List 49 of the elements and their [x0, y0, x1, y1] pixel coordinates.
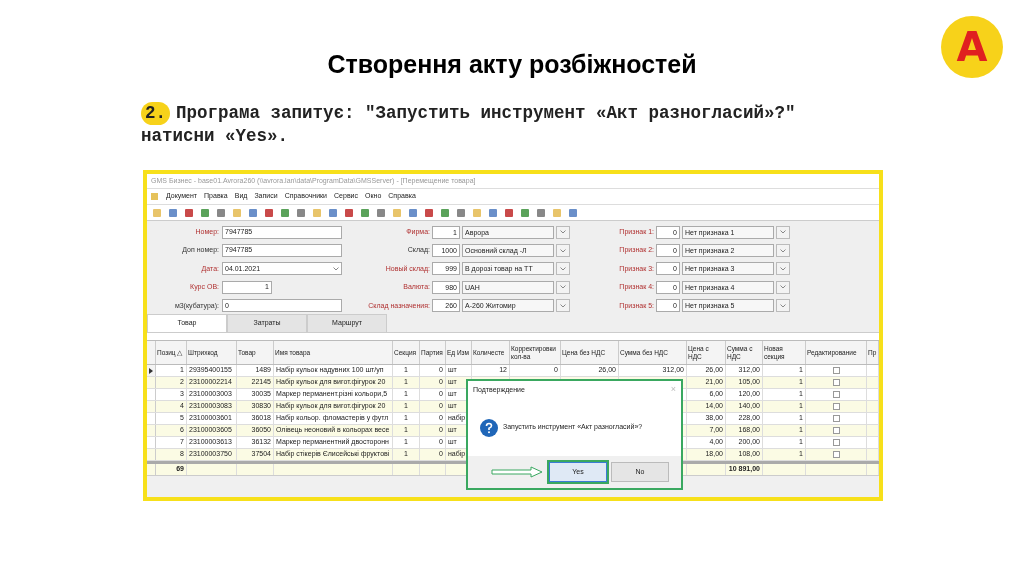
checkbox[interactable] [832, 403, 840, 410]
checkbox[interactable] [832, 391, 840, 398]
row-pointer-icon [149, 367, 153, 374]
badge: A [941, 16, 1003, 78]
step-number: 2. [141, 101, 170, 125]
caret-icon [560, 285, 566, 290]
caret-icon [560, 267, 566, 271]
checkbox[interactable] [832, 379, 840, 386]
toolbar-icon[interactable] [376, 207, 386, 218]
caret-icon [780, 248, 786, 253]
checkbox[interactable] [832, 451, 840, 458]
row-indicator[interactable] [147, 365, 156, 376]
caret-icon [780, 303, 786, 308]
toolbar-icon[interactable] [360, 207, 370, 218]
checkbox[interactable] [832, 367, 840, 374]
toolbar-icon[interactable] [248, 207, 258, 218]
caret-icon [560, 230, 566, 235]
toolbar-icon[interactable] [296, 207, 306, 218]
toolbar-icon[interactable] [520, 207, 530, 218]
toolbar-icon[interactable] [280, 207, 290, 218]
document-icon [150, 192, 159, 201]
caret-icon [560, 303, 566, 308]
checkbox[interactable] [832, 439, 840, 446]
toolbar-icon[interactable] [200, 207, 210, 218]
caret-icon [780, 267, 786, 271]
toolbar-icon[interactable] [440, 207, 450, 218]
slide-title: Створення акту розбіжностей [327, 49, 697, 80]
caret-icon [560, 248, 566, 253]
toolbar-icon[interactable] [328, 207, 338, 218]
toolbar-icon[interactable] [408, 207, 418, 218]
caret-icon [780, 230, 786, 235]
toolbar-icon[interactable] [568, 207, 578, 218]
caret-icon [333, 267, 339, 271]
pointer-arrow [491, 466, 543, 478]
instruction-text: 2. Програма запитує: "Запустить инструмент «Акт разногласий»?" натисни «Yes». [141, 101, 797, 148]
checkbox[interactable] [832, 415, 840, 422]
toolbar-icon[interactable] [344, 207, 354, 218]
toolbar-icon[interactable] [424, 207, 434, 218]
toolbar-icon[interactable] [456, 207, 466, 218]
toolbar-icon[interactable] [216, 207, 226, 218]
toolbar-icon[interactable] [264, 207, 274, 218]
toolbar-icon[interactable] [536, 207, 546, 218]
toolbar-icon[interactable] [504, 207, 514, 218]
question-icon [480, 418, 498, 437]
toolbar-icon[interactable] [488, 207, 498, 218]
toolbar-icon[interactable] [184, 207, 194, 218]
caret-icon [780, 285, 786, 290]
checkbox[interactable] [832, 427, 840, 434]
toolbar-icon[interactable] [168, 207, 178, 218]
